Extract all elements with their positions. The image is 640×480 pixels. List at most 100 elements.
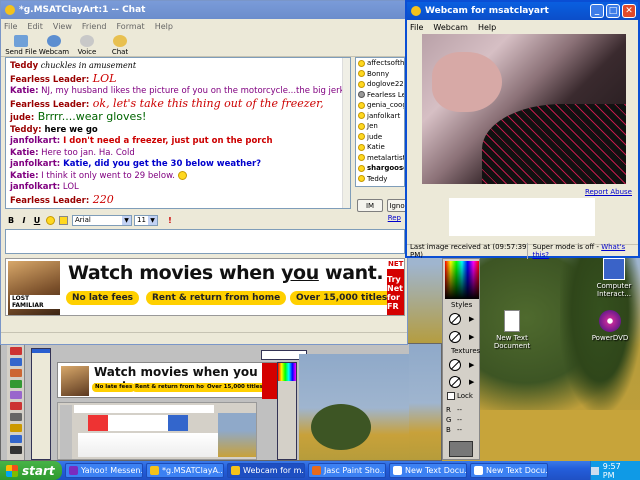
- send-file-button[interactable]: Send File: [5, 35, 37, 56]
- speaker-icon[interactable]: [591, 466, 599, 475]
- taskbar-item-yahoo-messenger[interactable]: Yahoo! Messen...: [65, 463, 143, 478]
- tool-icon[interactable]: [9, 413, 22, 421]
- chat-titlebar[interactable]: *g.MSATClayArt:1 -- Chat: [1, 1, 407, 19]
- styles-swatch[interactable]: [449, 331, 461, 343]
- webcam-window[interactable]: Webcam for msatclayart _ □ ✕ File Webcam…: [405, 0, 640, 259]
- user-list-item[interactable]: Fearless Lea: [356, 90, 404, 101]
- user-list-item[interactable]: genia_coog: [356, 100, 404, 111]
- user-list-item[interactable]: metalartiste2: [356, 153, 404, 164]
- tool-icon[interactable]: [9, 391, 22, 399]
- menu-friend[interactable]: Friend: [82, 22, 107, 31]
- chat-log[interactable]: Teddy chuckles in amusement Fearless Lea…: [5, 57, 351, 209]
- font-size-select[interactable]: 11 ▼: [134, 214, 158, 226]
- taskbar-item-new-text-doc-1[interactable]: New Text Docu...: [389, 463, 467, 478]
- menu-edit[interactable]: Edit: [27, 22, 43, 31]
- message-input[interactable]: [5, 229, 405, 254]
- smiley-icon: [358, 175, 365, 183]
- powerdvd-icon: [599, 310, 621, 332]
- voice-button[interactable]: Voice: [71, 35, 103, 56]
- user-list-item[interactable]: Jen: [356, 121, 404, 132]
- menu-format[interactable]: Format: [116, 22, 144, 31]
- red-label: R: [446, 406, 451, 414]
- user-list-item[interactable]: doglove220: [356, 79, 404, 90]
- chat-menubar: File Edit View Friend Format Help: [1, 19, 407, 33]
- webcam-window-title: Webcam for msatclayart: [425, 6, 549, 16]
- smiley-icon: [358, 154, 365, 162]
- webcam-button[interactable]: Webcam: [38, 35, 70, 56]
- desktop-icon-new-text-document[interactable]: New Text Document: [490, 310, 534, 350]
- netflix-ad-banner[interactable]: LOST FAMILIAR Watch movies when you want…: [5, 258, 405, 316]
- text-document-icon: [474, 466, 483, 475]
- chat-message: Fearless Leader: ok, let's take this thi…: [10, 96, 324, 110]
- user-list-item[interactable]: Bonny: [356, 69, 404, 80]
- user-list-item[interactable]: jude: [356, 132, 404, 143]
- menu-view[interactable]: View: [53, 22, 72, 31]
- font-select[interactable]: Arial ▼: [72, 214, 132, 226]
- reply-link[interactable]: Rep: [388, 214, 401, 222]
- taskbar-item-chat[interactable]: *g.MSATClayA...: [146, 463, 224, 478]
- tool-icon[interactable]: [9, 446, 22, 454]
- chevron-right-icon[interactable]: ▶: [469, 333, 474, 341]
- chat-message: janfolkart: LOL: [10, 182, 79, 192]
- tool-icon[interactable]: [9, 347, 22, 355]
- underline-button[interactable]: U: [31, 214, 43, 226]
- tool-icon[interactable]: [9, 424, 22, 432]
- chevron-down-icon: ▼: [148, 215, 157, 225]
- desktop-icon-powerdvd[interactable]: PowerDVD: [588, 310, 632, 342]
- report-abuse-link[interactable]: Report Abuse: [585, 188, 632, 196]
- menu-file[interactable]: File: [410, 23, 423, 32]
- menu-webcam[interactable]: Webcam: [433, 23, 468, 32]
- user-list-item[interactable]: janfolkart: [356, 111, 404, 122]
- italic-button[interactable]: I: [18, 214, 30, 226]
- color-button[interactable]: [57, 214, 69, 226]
- user-list[interactable]: affectsofthe Bonny doglove220 Fearless L…: [355, 57, 405, 187]
- webcam-icon: [231, 466, 240, 475]
- tool-icon[interactable]: [9, 402, 22, 410]
- user-list-item[interactable]: shargoose: [356, 163, 404, 174]
- nested-netflix-ad: Watch movies when you want. No late fees…: [57, 362, 283, 399]
- menu-help[interactable]: Help: [478, 23, 496, 32]
- lock-checkbox[interactable]: [447, 392, 455, 400]
- chat-window[interactable]: *g.MSATClayArt:1 -- Chat File Edit View …: [0, 0, 408, 345]
- user-list-item[interactable]: affectsofthe: [356, 58, 404, 69]
- close-icon: ✕: [625, 6, 633, 16]
- text-document-icon: [393, 466, 402, 475]
- tool-icon[interactable]: [9, 358, 22, 366]
- taskbar-item-new-text-doc-2[interactable]: New Text Docu...: [470, 463, 548, 478]
- menu-help[interactable]: Help: [155, 22, 173, 31]
- minimize-button[interactable]: _: [590, 4, 604, 18]
- emoticon-button[interactable]: [44, 214, 56, 226]
- desktop-icon-computer-interact[interactable]: Computer Interact...: [592, 258, 636, 298]
- chat-log-scrollbar[interactable]: [342, 58, 350, 208]
- last-image-status: Last image received at (09:57:39 PM): [407, 242, 529, 259]
- tool-icon[interactable]: [9, 435, 22, 443]
- paint-shop-pro-canvas[interactable]: Watch movies when you want. No late fees…: [0, 343, 442, 461]
- taskbar-item-paint-shop[interactable]: Jasc Paint Sho...: [308, 463, 386, 478]
- chevron-right-icon[interactable]: ▶: [469, 315, 474, 323]
- tool-icon[interactable]: [9, 369, 22, 377]
- im-button[interactable]: IM: [357, 199, 383, 212]
- smiley-icon: [358, 59, 365, 67]
- start-button[interactable]: start: [0, 461, 62, 480]
- chevron-right-icon[interactable]: ▶: [469, 361, 474, 369]
- taskbar-item-webcam[interactable]: Webcam for m...: [227, 463, 305, 478]
- menu-file[interactable]: File: [4, 22, 17, 31]
- tool-icon[interactable]: [9, 380, 22, 388]
- close-button[interactable]: ✕: [622, 4, 636, 18]
- chevron-down-icon: ▼: [122, 215, 131, 225]
- webcam-titlebar[interactable]: Webcam for msatclayart _ □ ✕: [407, 2, 638, 20]
- user-list-item[interactable]: Katie: [356, 142, 404, 153]
- textures-swatch[interactable]: [449, 376, 461, 388]
- bold-button[interactable]: B: [5, 214, 17, 226]
- nested-ad-pill: No late fees: [92, 383, 136, 392]
- styles-swatch[interactable]: [449, 313, 461, 325]
- ignore-button[interactable]: Igno: [387, 199, 407, 212]
- user-list-item[interactable]: Teddy: [356, 174, 404, 185]
- maximize-button[interactable]: □: [606, 4, 620, 18]
- clock[interactable]: 9:57 PM: [603, 462, 634, 480]
- chat-button[interactable]: Chat: [104, 35, 136, 56]
- buzz-icon[interactable]: !: [164, 214, 176, 226]
- chevron-right-icon[interactable]: ▶: [469, 378, 474, 386]
- textures-swatch[interactable]: [449, 359, 461, 371]
- color-spectrum[interactable]: [445, 261, 479, 299]
